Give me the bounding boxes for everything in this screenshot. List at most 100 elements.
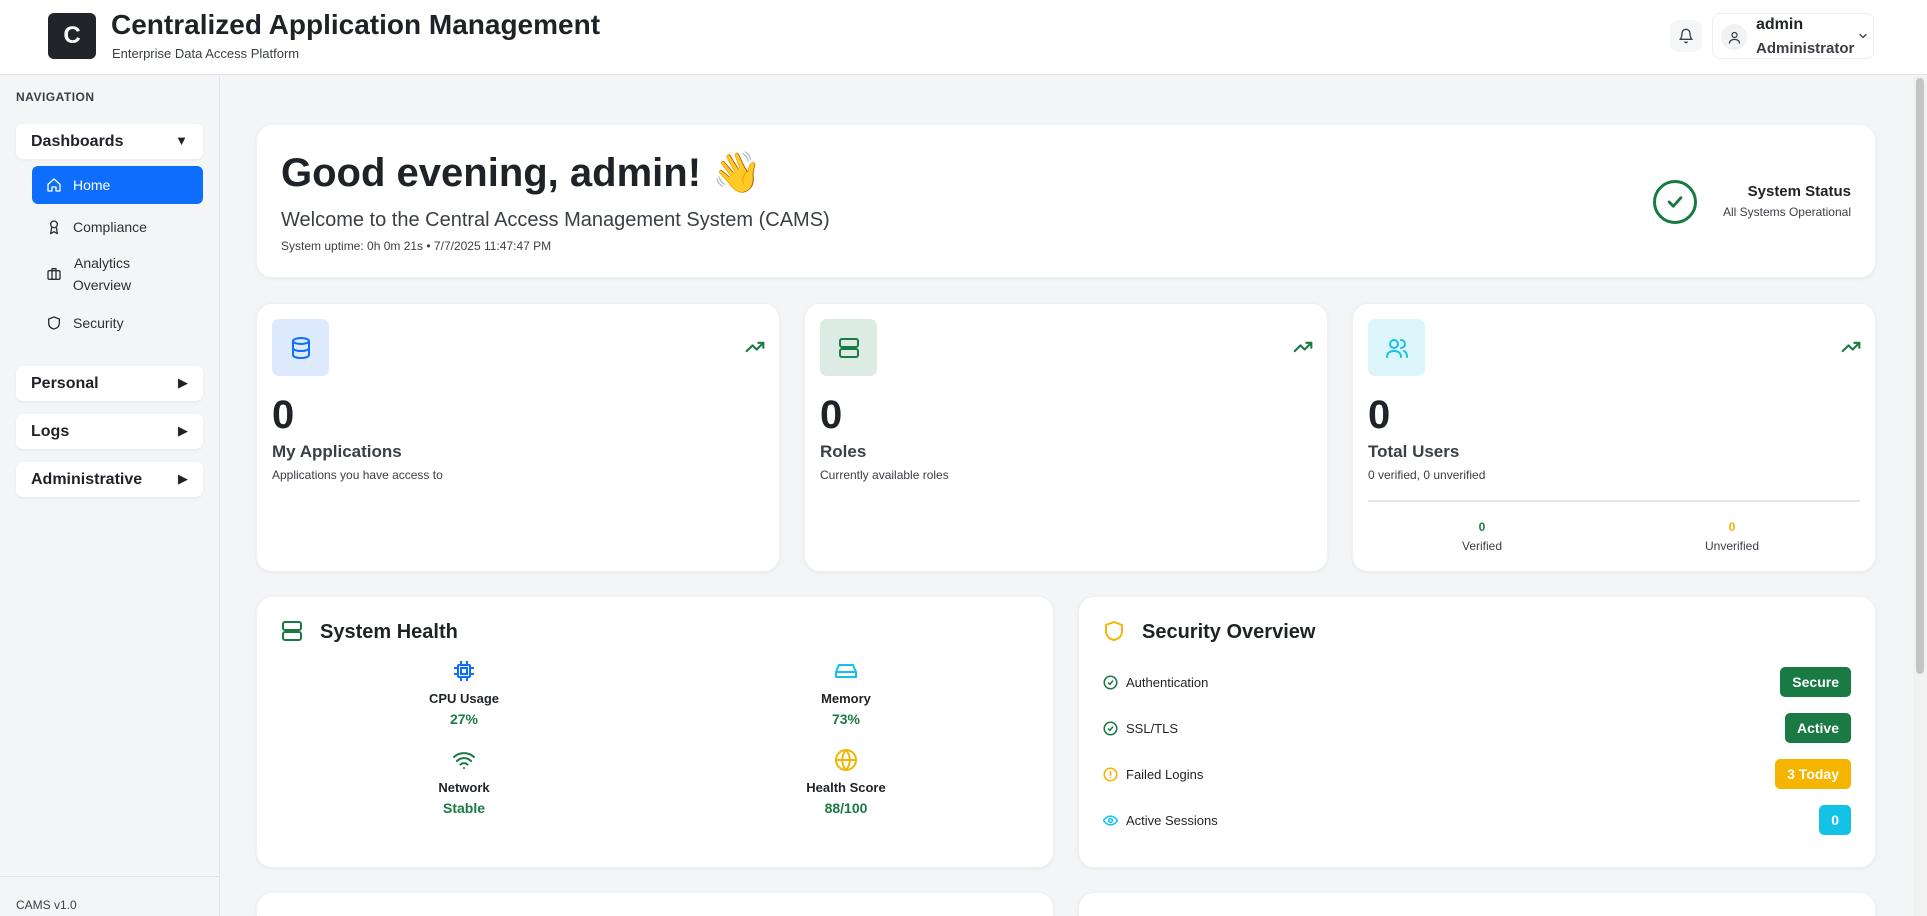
award-icon xyxy=(50,220,58,235)
version-label: CAMS v1.0 xyxy=(16,898,77,912)
metric-label: CPU Usage xyxy=(428,691,500,706)
user-name: admin xyxy=(1756,16,1804,33)
stat-title: Roles xyxy=(820,442,867,461)
metric-health-score: Health Score 88/100 xyxy=(776,748,916,816)
status-badge: Active xyxy=(1784,713,1851,743)
app-subtitle: Enterprise Data Access Platform xyxy=(112,46,300,61)
chevron-down-icon xyxy=(1859,33,1867,39)
nav-section-label: NAVIGATION xyxy=(16,90,95,104)
stat-value: 0 xyxy=(820,393,843,437)
eye-icon xyxy=(1103,815,1118,826)
users-icon xyxy=(1368,319,1425,376)
security-row-ssl-tls: SSL/TLS Active xyxy=(1103,713,1851,743)
nav-group-label: Personal xyxy=(31,375,99,392)
metric-label: Health Score xyxy=(806,780,886,795)
stat-card-roles[interactable]: 0 Roles Currently available roles xyxy=(804,303,1328,572)
caret-right-icon: ▶ xyxy=(178,471,188,486)
status-badge: 0 xyxy=(1819,805,1851,835)
system-status-title: System Status xyxy=(1747,183,1851,200)
system-health-card: System Health CPU Usage 27% Memory 73% N… xyxy=(256,596,1054,868)
alert-circle-icon xyxy=(1103,767,1118,782)
welcome-card: Good evening, admin! 👋 Welcome to the Ce… xyxy=(256,124,1876,278)
home-icon xyxy=(47,178,61,192)
server-icon xyxy=(820,319,877,376)
user-menu-button[interactable]: admin Administrator xyxy=(1712,13,1874,59)
stat-card-applications[interactable]: 0 My Applications Applications you have … xyxy=(256,303,780,572)
notifications-button[interactable] xyxy=(1670,20,1702,52)
status-badge: Secure xyxy=(1780,667,1851,697)
check-circle-icon xyxy=(1103,675,1118,690)
stat-title: My Applications xyxy=(272,442,402,461)
system-health-title: System Health xyxy=(320,621,458,643)
sidebar-item-label: Security xyxy=(73,315,124,331)
trending-up-icon xyxy=(1841,341,1861,353)
metric-label: Network xyxy=(438,780,490,795)
system-status-text: All Systems Operational xyxy=(1722,205,1851,219)
sidebar-item-label: Analytics Overview xyxy=(72,255,132,293)
database-icon xyxy=(272,319,329,376)
security-overview-card: Security Overview Authentication Secure … xyxy=(1078,596,1876,868)
nav-group-logs[interactable]: Logs ▶ xyxy=(16,414,203,449)
system-uptime: System uptime: 0h 0m 21s • 7/7/2025 11:4… xyxy=(281,239,552,253)
nav-group-dashboards[interactable]: Dashboards ▼ xyxy=(16,124,203,159)
briefcase-icon xyxy=(47,268,61,280)
greeting-heading: Good evening, admin! 👋 xyxy=(281,151,762,195)
security-overview-title: Security Overview xyxy=(1142,621,1316,643)
shield-icon xyxy=(48,316,60,330)
stat-description: 0 verified, 0 unverified xyxy=(1368,468,1486,482)
bottom-left-card xyxy=(256,892,1054,916)
metric-memory: Memory 73% xyxy=(776,659,916,727)
sidebar-item-security[interactable]: Security xyxy=(32,304,203,342)
check-circle-icon xyxy=(1103,721,1118,736)
divider xyxy=(1368,500,1860,502)
version-footer: CAMS v1.0 xyxy=(0,876,220,916)
trending-up-icon xyxy=(745,341,765,353)
metric-value: 27% xyxy=(449,711,479,727)
sidebar-item-home[interactable]: Home xyxy=(32,166,203,204)
unverified-value: 0 xyxy=(1728,520,1736,534)
security-row-failed-logins: Failed Logins 3 Today xyxy=(1103,759,1851,789)
server-icon xyxy=(282,621,302,641)
nav-group-label: Dashboards xyxy=(31,133,124,150)
cpu-icon xyxy=(454,661,474,681)
scrollbar-thumb[interactable] xyxy=(1916,78,1924,674)
top-header: C Centralized Application Management Ent… xyxy=(0,0,1927,75)
caret-down-icon: ▼ xyxy=(175,133,188,148)
app-title: Centralized Application Management xyxy=(111,9,601,40)
user-icon xyxy=(1721,24,1747,50)
metric-cpu-usage: CPU Usage 27% xyxy=(394,659,534,727)
sidebar-item-label: Home xyxy=(73,177,111,193)
nav-group-administrative[interactable]: Administrative ▶ xyxy=(16,462,203,497)
bell-icon xyxy=(1679,28,1693,44)
security-row-label: Active Sessions xyxy=(1126,813,1218,828)
page-scrollbar[interactable] xyxy=(1913,76,1927,916)
sidebar-item-analytics-overview[interactable]: Analytics Overview xyxy=(32,250,203,298)
verified-label: Verified xyxy=(1461,539,1503,553)
sidebar-item-label: Compliance xyxy=(73,219,147,235)
sidebar-item-compliance[interactable]: Compliance xyxy=(32,208,203,246)
security-row-label: Authentication xyxy=(1126,675,1209,690)
stat-title: Total Users xyxy=(1368,442,1460,461)
stat-description: Currently available roles xyxy=(820,468,949,482)
status-badge: 3 Today xyxy=(1775,759,1851,789)
security-row-label: SSL/TLS xyxy=(1126,721,1179,736)
unverified-count: 0 Unverified xyxy=(1672,520,1792,553)
stat-value: 0 xyxy=(272,393,295,437)
caret-right-icon: ▶ xyxy=(178,375,188,390)
metric-label: Memory xyxy=(821,691,871,706)
user-role: Administrator xyxy=(1756,40,1855,57)
security-row-active-sessions: Active Sessions 0 xyxy=(1103,805,1851,835)
stat-card-users[interactable]: 0 Total Users 0 verified, 0 unverified 0… xyxy=(1352,303,1876,572)
verified-value: 0 xyxy=(1478,520,1486,534)
nav-group-personal[interactable]: Personal ▶ xyxy=(16,366,203,401)
security-row-label: Failed Logins xyxy=(1126,767,1204,782)
trending-up-icon xyxy=(1293,341,1313,353)
globe-icon xyxy=(835,749,857,771)
sidebar: NAVIGATION Dashboards ▼ Home Compliance … xyxy=(0,76,220,916)
metric-value: Stable xyxy=(442,800,485,816)
stat-value: 0 xyxy=(1368,393,1391,437)
shield-icon xyxy=(1105,621,1123,641)
check-circle-icon xyxy=(1653,180,1697,224)
app-logo[interactable]: C xyxy=(48,13,96,59)
verified-count: 0 Verified xyxy=(1422,520,1542,553)
